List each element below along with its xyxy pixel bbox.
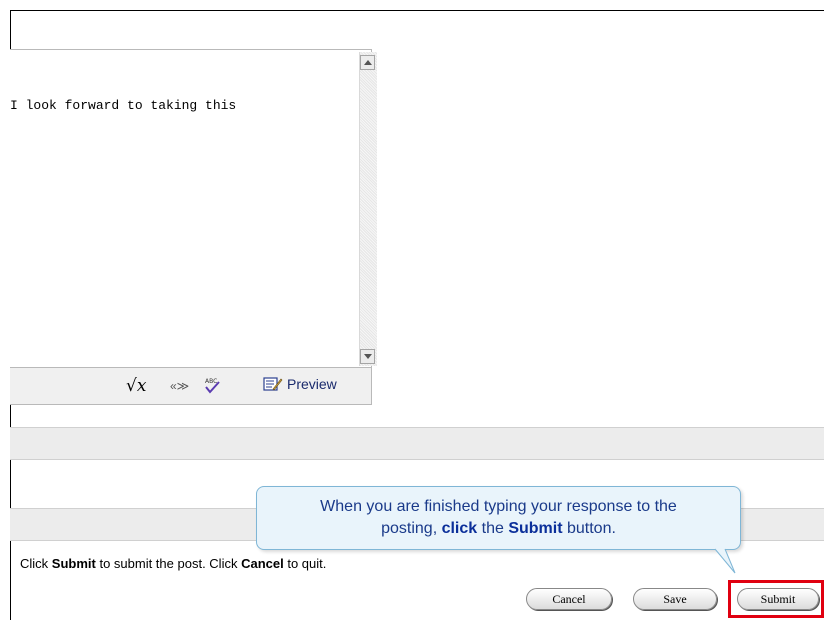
scroll-up-button[interactable] xyxy=(360,55,375,70)
submit-instruction: Click Submit to submit the post. Click C… xyxy=(20,556,327,571)
editor-text[interactable]: I look forward to taking this xyxy=(10,98,340,113)
arrow-down-icon xyxy=(363,354,372,359)
link-icon[interactable]: «≫ xyxy=(170,379,189,393)
callout-line-2: posting, click the Submit button. xyxy=(381,520,616,537)
scroll-down-button[interactable] xyxy=(360,349,375,364)
save-button[interactable]: Save xyxy=(633,588,717,610)
preview-label: Preview xyxy=(287,376,337,392)
submit-highlight-box xyxy=(728,580,824,618)
callout-line-1: When you are finished typing your respon… xyxy=(320,498,677,515)
message-editor[interactable]: I look forward to taking this xyxy=(10,49,377,368)
callout-pointer xyxy=(706,548,736,574)
spellcheck-label: ABC xyxy=(205,378,217,385)
arrow-up-icon xyxy=(363,60,372,65)
spellcheck-icon[interactable]: ABC xyxy=(202,376,222,394)
preview-button[interactable]: Preview xyxy=(263,376,337,392)
equation-icon[interactable]: √x xyxy=(126,376,146,396)
section-divider xyxy=(10,427,824,460)
editor-toolbar: √x «≫ ABC Preview xyxy=(10,368,372,405)
editor-scrollbar[interactable] xyxy=(359,52,377,366)
cancel-button[interactable]: Cancel xyxy=(526,588,612,610)
preview-icon xyxy=(263,377,283,391)
tutorial-callout: When you are finished typing your respon… xyxy=(256,486,741,550)
